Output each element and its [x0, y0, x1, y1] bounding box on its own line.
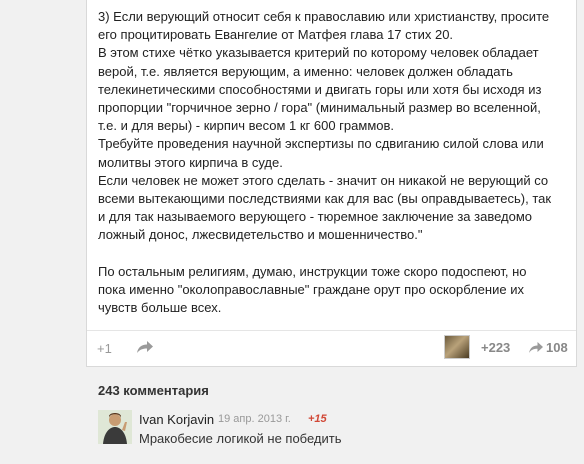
plusoner-avatar[interactable] — [444, 335, 470, 359]
comments-count-heading: 243 комментария — [98, 383, 209, 398]
post-line: молитвы этого кирпича в суде. — [98, 154, 283, 170]
comment-date[interactable]: 19 апр. 2013 г. — [218, 413, 291, 425]
post-line: чувств больше всех. — [98, 300, 222, 316]
post-line: и для так называемого верующего - тюремн… — [98, 209, 533, 225]
post-line: верой, т.е. является верующим, а именно:… — [98, 63, 513, 79]
plus-count[interactable]: +223 — [481, 340, 510, 355]
post-line: его процитировать Евангелие от Матфея гл… — [98, 27, 454, 43]
post-line: Если человек не может этого сделать - зн… — [98, 172, 549, 188]
post-line: ложный донос, лжесвидетельство и мошенни… — [98, 227, 423, 243]
comment-author[interactable]: Ivan Korjavin — [139, 412, 214, 427]
commenter-avatar[interactable] — [98, 410, 132, 444]
post-body: 3) Если верующий относит себя к правосла… — [98, 8, 570, 317]
post-line: телекинетическими способностями и двигат… — [98, 81, 542, 97]
post-actions-bar: +1 +223 108 — [87, 330, 576, 367]
post-line: Требуйте проведения научной экспертизы п… — [98, 136, 544, 152]
reshare-icon[interactable] — [528, 341, 544, 354]
post-line: пока именно "околоправославные" граждане… — [98, 281, 524, 297]
comment-plus-count[interactable]: +15 — [308, 413, 327, 425]
plus-one-button[interactable]: +1 — [97, 341, 112, 356]
post-card: 3) Если верующий относит себя к правосла… — [86, 0, 577, 367]
post-line: 3) Если верующий относит себя к правосла… — [98, 9, 550, 24]
share-icon[interactable] — [136, 340, 154, 354]
post-line: По остальным религиям, думаю, инструкции… — [98, 263, 527, 279]
post-line: т.е. и для веры) - кирпич весом 1 кг 600… — [98, 118, 395, 134]
post-line: пропорции "горчичное зерно / гора" (мини… — [98, 100, 541, 116]
avatar-image — [98, 410, 132, 444]
comment-item: Ivan Korjavin 19 апр. 2013 г. +15 Мракоб… — [98, 410, 568, 464]
comment-text: Мракобесие логикой не победить — [139, 431, 342, 446]
post-line: В этом стихе чётко указывается критерий … — [98, 45, 539, 61]
reshare-count[interactable]: 108 — [546, 340, 568, 355]
post-line: всеми вытекающими последствиями как для … — [98, 191, 552, 207]
